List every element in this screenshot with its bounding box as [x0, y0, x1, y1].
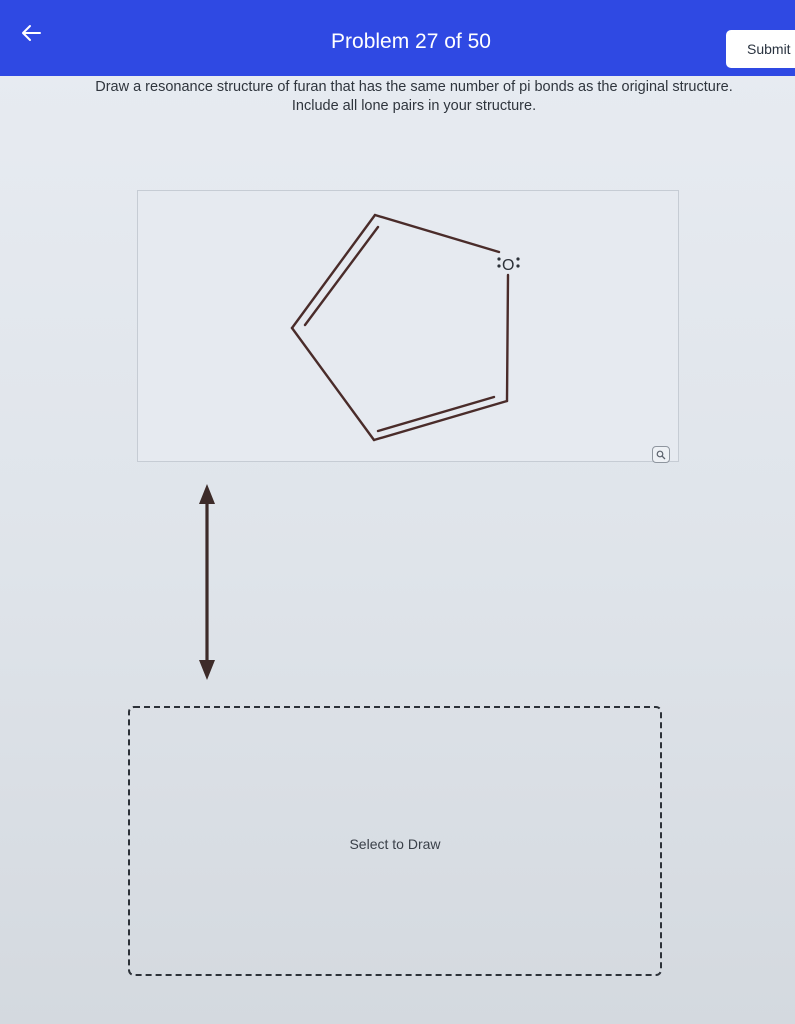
instructions: Draw a resonance structure of furan that… — [44, 78, 784, 116]
zoom-button[interactable] — [652, 446, 670, 463]
problem-title: Problem 27 of 50 — [331, 30, 491, 53]
magnifier-icon — [656, 450, 666, 459]
instruction-line-1: Draw a resonance structure of furan that… — [95, 79, 733, 95]
bond-c4-c5-pi — [376, 395, 496, 433]
select-to-draw-label: Select to Draw — [349, 836, 441, 852]
instruction-line-2: Include all lone pairs in your structure… — [291, 98, 537, 114]
bond-c4-c5 — [372, 399, 509, 442]
header-bar: Problem 27 of 50 Submit — [0, 0, 795, 76]
original-structure-panel: O — [137, 190, 679, 462]
furan-structure: O — [290, 213, 520, 442]
bond-c2-c3 — [290, 213, 377, 330]
problem-page: Problem 27 of 50 Submit Draw a resonance… — [0, 0, 795, 1024]
lone-pair-dot — [516, 264, 520, 268]
oxygen-atom-label: O — [502, 257, 514, 274]
bond-o-c5 — [505, 273, 510, 403]
lone-pair-dot — [516, 257, 520, 261]
bond-c2-c3-pi — [303, 225, 380, 327]
lone-pair-dot — [497, 257, 501, 261]
bond-c2-o — [373, 213, 501, 254]
bond-c3-c4 — [290, 326, 376, 442]
drawing-canvas[interactable]: Select to Draw — [128, 706, 662, 976]
lone-pair-dot — [497, 264, 501, 268]
resonance-arrow-icon — [199, 484, 215, 680]
submit-button[interactable]: Submit — [726, 30, 795, 68]
